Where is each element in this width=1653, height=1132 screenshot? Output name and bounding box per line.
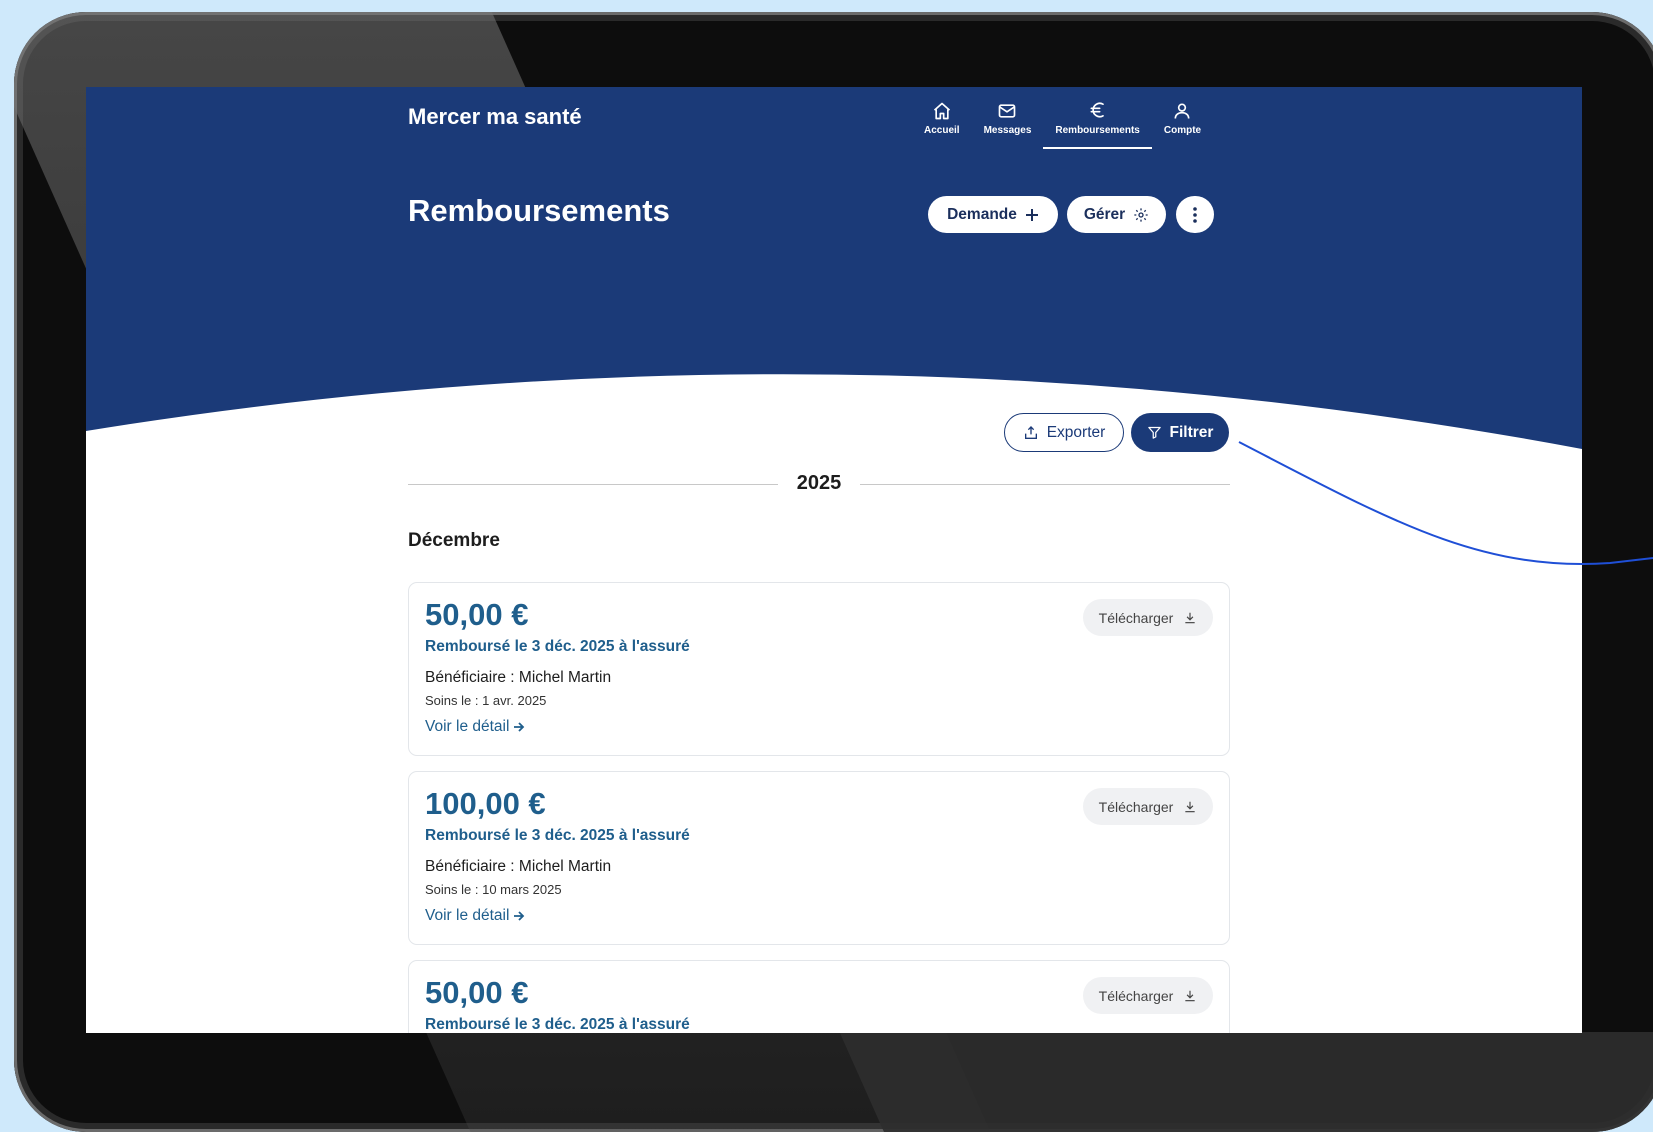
export-button[interactable]: Exporter [1004, 413, 1124, 452]
nav-item-remboursements[interactable]: Remboursements [1043, 87, 1152, 149]
export-icon [1024, 425, 1037, 439]
user-icon [1174, 103, 1190, 119]
detail-label: Voir le détail [425, 718, 510, 735]
month-heading: Décembre [408, 530, 500, 551]
top-header: Mercer ma santé Accueil Messages Rembour… [86, 87, 1582, 150]
amount: 50,00 € [425, 975, 529, 1010]
download-button[interactable]: Télécharger [1083, 977, 1213, 1014]
nav-item-messages[interactable]: Messages [972, 87, 1044, 149]
nav-item-accueil[interactable]: Accueil [912, 87, 972, 149]
more-options-button[interactable] [1176, 196, 1214, 233]
page-title: Remboursements [408, 193, 670, 228]
refund-status: Remboursé le 3 déc. 2025 à l'assuré [425, 827, 690, 844]
settings-icon [1134, 207, 1148, 222]
export-label: Exporter [1046, 423, 1106, 441]
gerer-button[interactable]: Gérer [1067, 196, 1166, 233]
care-date: Soins le : 1 avr. 2025 [425, 693, 547, 708]
hero-banner [86, 149, 1582, 449]
filter-button[interactable]: Filtrer [1131, 413, 1229, 452]
beneficiary: Bénéficiaire : Michel Martin [425, 858, 612, 875]
mail-icon [999, 103, 1016, 118]
reimbursement-card: 100,00 € Remboursé le 3 déc. 2025 à l'as… [408, 771, 1230, 945]
divider-line [408, 484, 778, 485]
arrow-right-icon [514, 722, 525, 732]
app-screen: Mercer ma santé Accueil Messages Rembour… [86, 87, 1582, 1033]
nav-label: Remboursements [1055, 124, 1140, 136]
detail-label: Voir le détail [425, 907, 510, 924]
brand-logo[interactable]: Mercer ma santé [408, 104, 582, 130]
detail-link[interactable]: Voir le détail [425, 718, 525, 736]
nav-label: Messages [983, 124, 1032, 136]
detail-link[interactable]: Voir le détail [425, 907, 525, 925]
beneficiary: Bénéficiaire : Michel Martin [425, 669, 612, 686]
download-label: Télécharger [1098, 987, 1174, 1004]
home-icon [933, 102, 950, 119]
reimbursement-card: 50,00 € Remboursé le 3 déc. 2025 à l'ass… [408, 960, 1230, 1033]
download-button[interactable]: Télécharger [1083, 599, 1213, 636]
download-label: Télécharger [1098, 798, 1174, 815]
arrow-right-icon [514, 911, 525, 921]
year-divider: 2025 [408, 472, 1230, 496]
refund-status: Remboursé le 3 déc. 2025 à l'assuré [425, 638, 690, 655]
filter-icon [1147, 426, 1161, 439]
filter-label: Filtrer [1169, 423, 1214, 441]
nav-label: Compte [1163, 124, 1202, 136]
more-vertical-icon [1193, 206, 1197, 223]
amount: 100,00 € [425, 786, 546, 821]
nav-label: Accueil [924, 124, 960, 136]
download-label: Télécharger [1098, 609, 1174, 626]
refund-status: Remboursé le 3 déc. 2025 à l'assuré [425, 1016, 690, 1033]
download-button[interactable]: Télécharger [1083, 788, 1213, 825]
reimbursement-card: 50,00 € Remboursé le 3 déc. 2025 à l'ass… [408, 582, 1230, 756]
download-icon [1185, 990, 1196, 1001]
demande-button[interactable]: Demande [928, 196, 1058, 233]
gerer-label: Gérer [1083, 205, 1126, 223]
amount: 50,00 € [425, 597, 529, 632]
euro-icon [1090, 102, 1104, 117]
download-icon [1185, 612, 1196, 623]
download-icon [1185, 801, 1196, 812]
year-label: 2025 [796, 472, 842, 494]
main-nav: Accueil Messages Remboursements Compte [912, 87, 1213, 149]
care-date: Soins le : 10 mars 2025 [425, 882, 562, 897]
plus-icon [1025, 208, 1038, 221]
nav-item-compte[interactable]: Compte [1152, 87, 1213, 149]
demande-label: Demande [947, 205, 1017, 223]
divider-line [860, 484, 1230, 485]
